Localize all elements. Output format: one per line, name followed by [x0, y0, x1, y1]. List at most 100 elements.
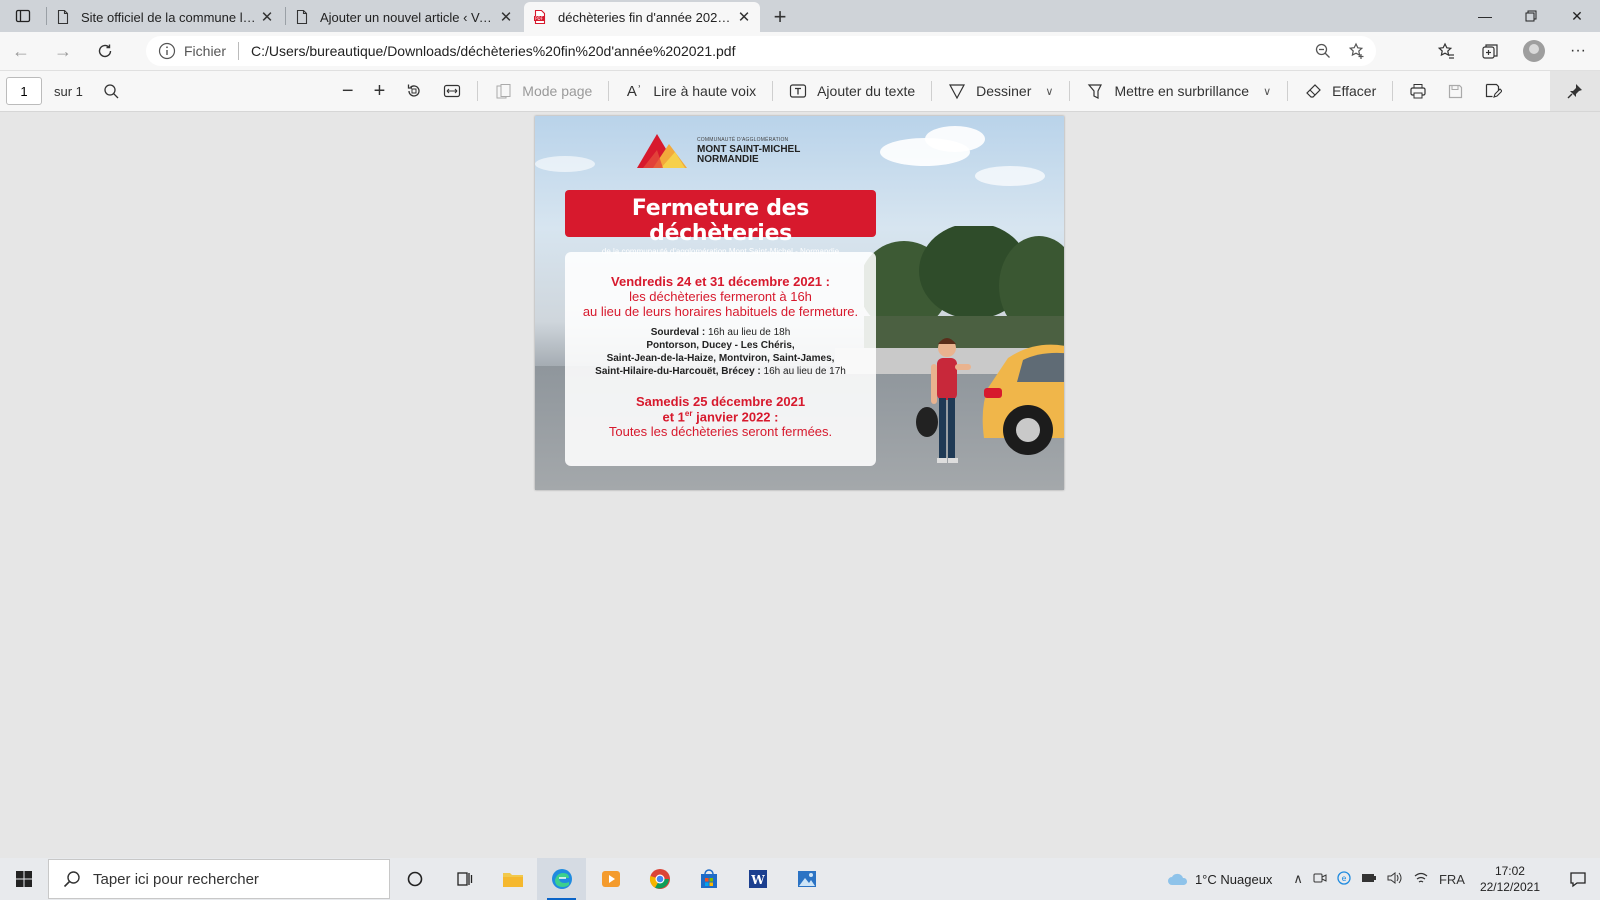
close-icon[interactable]: ✕	[736, 8, 752, 26]
close-icon[interactable]: ✕	[498, 8, 514, 26]
photos-button[interactable]	[782, 858, 831, 900]
page-number-input[interactable]	[6, 77, 42, 105]
page-view-icon	[494, 82, 512, 100]
back-button[interactable]: ←	[0, 33, 42, 69]
page-mode-button[interactable]: Mode page	[484, 73, 602, 109]
close-window-button[interactable]: ✕	[1554, 0, 1600, 32]
print-icon	[1410, 84, 1426, 99]
add-favorite-icon[interactable]	[1348, 42, 1366, 60]
rotate-icon	[408, 84, 420, 97]
volume-icon[interactable]	[1387, 871, 1403, 888]
save-button[interactable]	[1437, 73, 1474, 109]
tab-label: déchèteries fin d'année 2021.pdf	[558, 9, 736, 25]
task-view-button[interactable]	[439, 858, 488, 900]
url-text[interactable]: C:/Users/bureautique/Downloads/déchèteri…	[251, 43, 735, 59]
chevron-up-icon[interactable]: ∧	[1293, 871, 1303, 887]
notifications-button[interactable]	[1556, 858, 1600, 900]
sourdeval-label: Sourdeval :	[650, 327, 706, 338]
refresh-button[interactable]	[84, 33, 126, 69]
toolbar-separator	[772, 81, 774, 101]
taskbar-search[interactable]: Taper ici pour rechercher	[48, 859, 390, 899]
draw-label: Dessiner	[976, 83, 1032, 99]
toolbar-separator	[931, 81, 933, 101]
agglo-logo: COMMUNAUTÉ D'AGGLOMÉRATION MONT SAINT-MI…	[635, 130, 800, 170]
rotate-button[interactable]	[395, 73, 433, 109]
start-button[interactable]	[0, 858, 48, 900]
erase-button[interactable]: Effacer	[1294, 73, 1386, 109]
toolbar-separator	[1069, 81, 1071, 101]
store-button[interactable]	[684, 858, 733, 900]
chevron-down-icon[interactable]: ∨	[1045, 85, 1053, 98]
info-icon[interactable]	[158, 42, 176, 60]
tab-pdf-decheteries[interactable]: PDF déchèteries fin d'année 2021.pdf ✕	[524, 2, 760, 32]
zoom-out-button[interactable]: −	[332, 73, 364, 109]
file-explorer-button[interactable]	[488, 858, 537, 900]
taskbar: Taper ici pour rechercher W 1°C Nuageux …	[0, 858, 1600, 900]
pin-toolbar-button[interactable]	[1550, 71, 1600, 111]
photos-icon	[797, 871, 816, 887]
list-line3-hours: 16h au lieu de 17h	[763, 366, 846, 377]
tab-actions-button[interactable]	[0, 0, 46, 32]
toolbar-separator	[1287, 81, 1289, 101]
find-button[interactable]	[93, 73, 130, 109]
chevron-down-icon[interactable]: ∨	[1263, 85, 1271, 98]
tab-site-officiel[interactable]: Site officiel de la commune le Val-Saint…	[47, 2, 283, 32]
svg-text:PDF: PDF	[535, 16, 543, 21]
edge-icon	[551, 869, 572, 889]
add-text-button[interactable]: Ajouter du texte	[779, 73, 925, 109]
svg-text:W: W	[750, 873, 765, 887]
save-icon	[1449, 84, 1463, 98]
cortana-button[interactable]	[390, 858, 439, 900]
url-scheme: Fichier	[184, 43, 227, 59]
zoom-in-button[interactable]: +	[364, 73, 396, 109]
arrow-right-icon: →	[54, 40, 72, 61]
wifi-icon[interactable]	[1413, 871, 1429, 888]
fit-page-button[interactable]	[433, 73, 471, 109]
tab-ajouter-article[interactable]: Ajouter un nouvel article ‹ Val-Saint-Pè…	[286, 2, 522, 32]
restore-button[interactable]	[1508, 0, 1554, 32]
toolbar-separator	[477, 81, 479, 101]
logo-text: COMMUNAUTÉ D'AGGLOMÉRATION MONT SAINT-MI…	[697, 135, 800, 165]
person-illustration	[916, 338, 971, 463]
profile-button[interactable]	[1512, 33, 1556, 69]
print-button[interactable]	[1399, 73, 1437, 109]
cloud-shape	[535, 156, 595, 172]
toolbar-separator	[1392, 81, 1394, 101]
minimize-button[interactable]: —	[1462, 0, 1508, 32]
tab-strip: Site officiel de la commune le Val-Saint…	[0, 0, 1600, 32]
media-app-button[interactable]	[586, 858, 635, 900]
edge-button[interactable]	[537, 858, 586, 900]
collections-button[interactable]	[1468, 33, 1512, 69]
word-button[interactable]: W	[733, 858, 782, 900]
task-view-icon	[456, 872, 472, 886]
close-icon[interactable]: ✕	[259, 8, 275, 26]
new-tab-button[interactable]: +	[762, 2, 798, 32]
page-icon	[57, 9, 69, 25]
chrome-button[interactable]	[635, 858, 684, 900]
save-as-button[interactable]	[1474, 73, 1512, 109]
forward-button[interactable]: →	[42, 33, 84, 69]
battery-icon[interactable]	[1361, 872, 1377, 887]
pdf-viewer[interactable]: COMMUNAUTÉ D'AGGLOMÉRATION MONT SAINT-MI…	[0, 112, 1600, 850]
zoom-icon[interactable]	[1314, 42, 1332, 60]
avatar	[1523, 40, 1545, 62]
system-tray: 1°C Nuageux ∧ e FRA 17:02 22/12/2021	[1167, 858, 1600, 900]
address-bar[interactable]: Fichier C:/Users/bureautique/Downloads/d…	[146, 36, 1376, 66]
edge-tray-icon[interactable]: e	[1337, 870, 1351, 888]
highlight-button[interactable]: Mettre en surbrillance ∨	[1076, 73, 1281, 109]
eraser-icon	[1304, 82, 1322, 100]
clock[interactable]: 17:02 22/12/2021	[1480, 863, 1540, 895]
saturday-heading2-pre: et 1	[662, 409, 685, 425]
clock-time: 17:02	[1494, 864, 1525, 878]
favorites-button[interactable]	[1424, 33, 1468, 69]
collections-icon	[1482, 44, 1498, 59]
store-icon	[700, 869, 717, 888]
language-indicator[interactable]: FRA	[1439, 872, 1465, 887]
meet-now-icon[interactable]	[1313, 871, 1327, 888]
draw-button[interactable]: Dessiner ∨	[938, 73, 1063, 109]
read-aloud-button[interactable]: Aʾ Lire à haute voix	[615, 73, 766, 109]
pdf-page: COMMUNAUTÉ D'AGGLOMÉRATION MONT SAINT-MI…	[535, 116, 1064, 490]
settings-more-button[interactable]: ···	[1556, 33, 1600, 69]
weather-widget[interactable]: 1°C Nuageux	[1167, 871, 1272, 887]
plus-icon: +	[773, 4, 787, 29]
